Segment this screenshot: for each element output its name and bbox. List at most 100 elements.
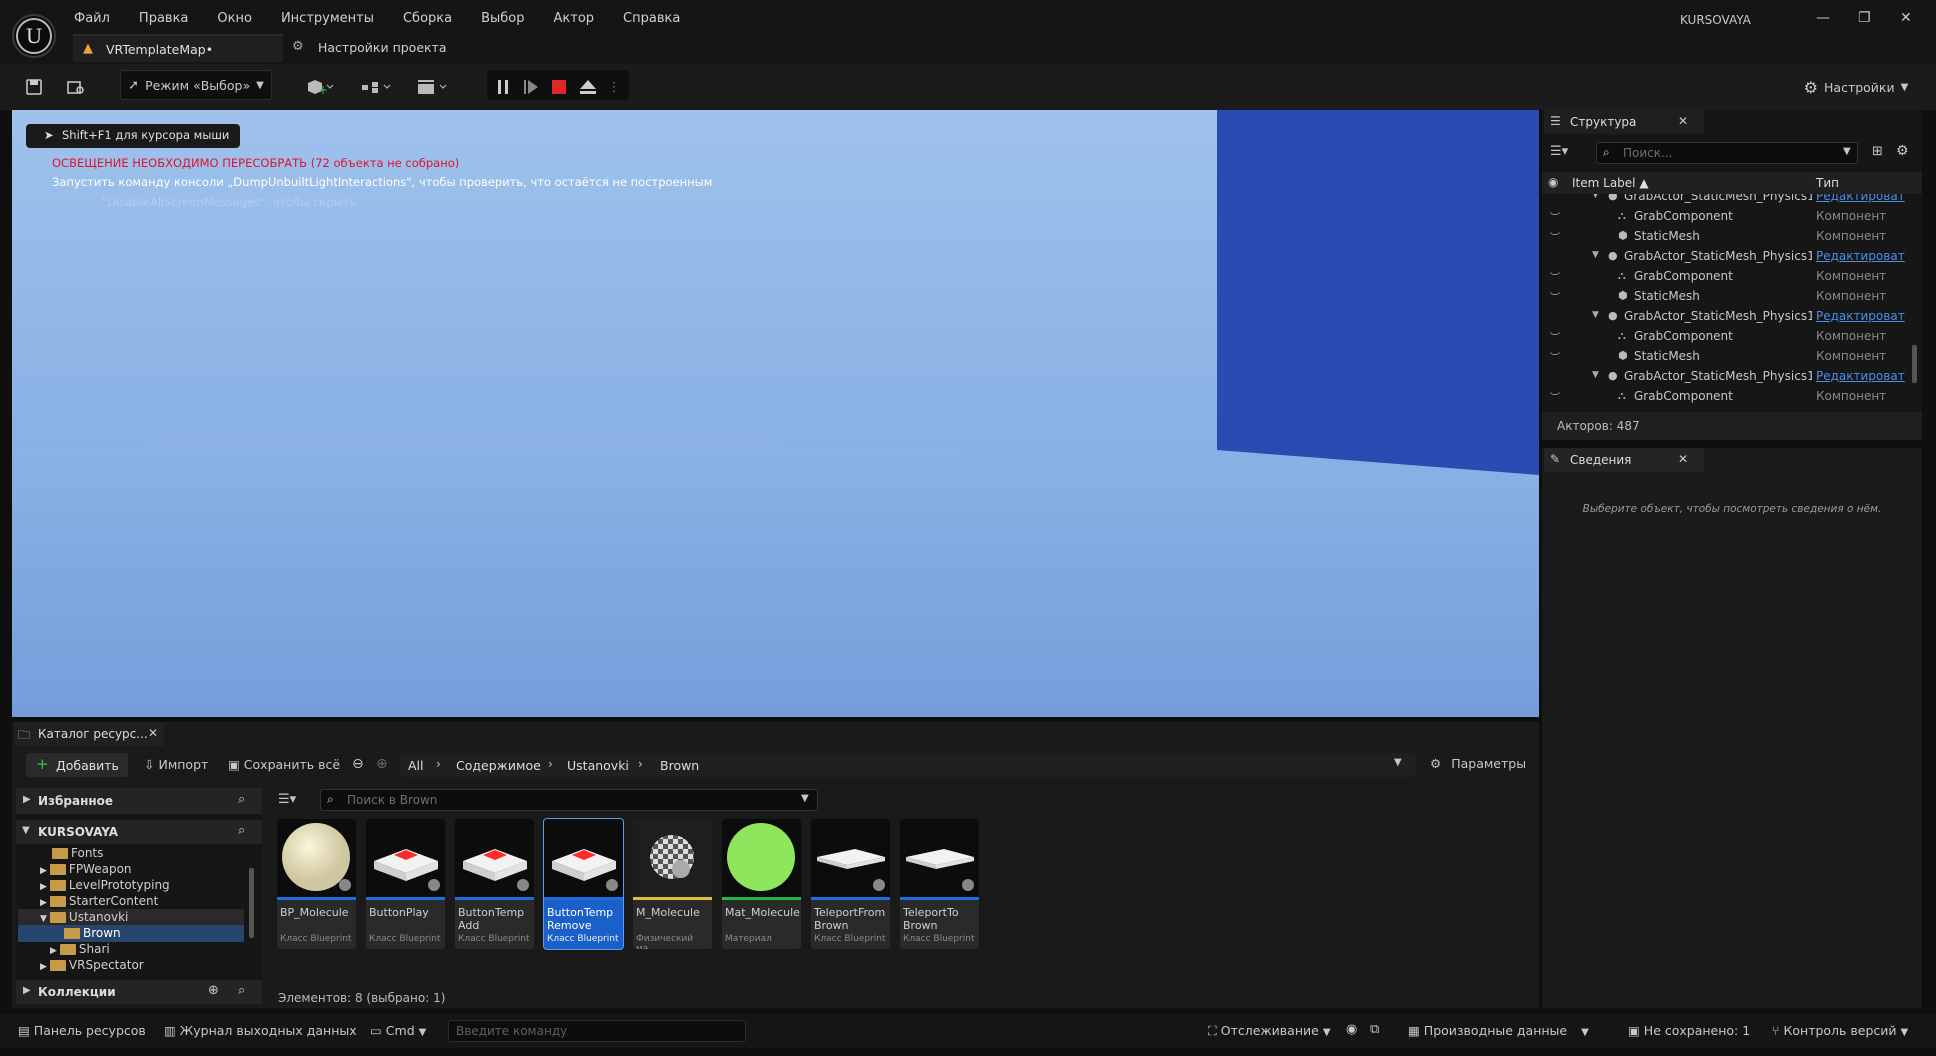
close-tab-icon[interactable]: ✕ — [1678, 114, 1688, 128]
outliner-row[interactable]: ︶ ⛬ GrabComponent Компонент — [1542, 386, 1922, 406]
forward-arrow-icon[interactable]: ⊕ — [376, 756, 388, 772]
console-command-input[interactable]: Введите команду — [448, 1020, 746, 1042]
mode-select-dropdown[interactable]: ➚ Режим «Выбор» ▼ — [120, 70, 272, 100]
search-icon[interactable]: ⌕ — [238, 983, 245, 998]
menu-item-select[interactable]: Выбор — [481, 11, 538, 26]
tree-folder-fpweapon[interactable]: ▶ FPWeapon — [40, 862, 132, 876]
collections-header[interactable]: ▶ Коллекции ⊕ ⌕ — [16, 980, 262, 1004]
outliner-row[interactable]: ︶ ⛬ GrabComponent Компонент — [1542, 326, 1922, 346]
asset-tile-teleportfrom-brown[interactable]: TeleportFrom Brown Класс Blueprint — [811, 819, 890, 949]
asset-tile-buttontemp-remove[interactable]: ButtonTemp Remove Класс Blueprint — [543, 818, 624, 950]
add-collection-icon[interactable]: ⊕ — [208, 983, 219, 998]
outliner-row[interactable]: ︶ ⬢ StaticMesh Компонент — [1542, 286, 1922, 306]
tab-level-map[interactable]: ▲ VRTemplateMap• — [73, 34, 283, 62]
content-browser-tab[interactable]: 🗀 Каталог ресурс... ✕ — [14, 722, 164, 746]
project-header[interactable]: ▼ KURSOVAYA ⌕ — [16, 820, 262, 844]
level-viewport[interactable]: ➤ Shift+F1 для курсора мыши ОСВЕЩЕНИЕ НЕ… — [12, 110, 1539, 717]
unsaved-button[interactable]: ▣ Не сохранено: 1 — [1628, 1023, 1750, 1038]
asset-tile-teleportto-brown[interactable]: TeleportTo Brown Класс Blueprint — [900, 819, 979, 949]
menu-item-tools[interactable]: Инструменты — [281, 11, 388, 26]
blueprint-icon[interactable] — [356, 72, 396, 102]
maximize-icon[interactable]: ❐ — [1858, 10, 1871, 26]
close-tab-icon[interactable]: ✕ — [1678, 452, 1688, 466]
details-tab[interactable]: ✎ Сведения ✕ — [1544, 448, 1704, 472]
chevron-down-icon[interactable]: ▼ — [1592, 250, 1599, 260]
chevron-down-icon[interactable]: ▼ — [1592, 370, 1599, 380]
tracking-dropdown[interactable]: ⛶ Отслеживание ▼ — [1208, 1023, 1331, 1039]
outliner-item-type[interactable]: Редактироват — [1816, 249, 1916, 263]
tree-folder-shari[interactable]: ▶ Shari — [50, 942, 110, 956]
visibility-eye-icon[interactable]: ︶ — [1550, 329, 1560, 344]
add-actor-icon[interactable]: + — [300, 72, 340, 102]
browse-icon[interactable] — [62, 72, 90, 102]
search-icon[interactable]: ⌕ — [238, 823, 245, 838]
outliner-search-input[interactable]: ⌕ Поиск... ▼ — [1596, 142, 1858, 164]
chevron-down-icon[interactable]: ▼ — [1592, 194, 1599, 200]
menu-item-actor[interactable]: Актор — [554, 11, 609, 26]
gear-icon[interactable]: ⚙ — [1896, 143, 1909, 159]
outliner-item-type[interactable]: Редактироват — [1816, 369, 1916, 383]
menu-item-edit[interactable]: Правка — [139, 11, 202, 26]
chevron-down-icon[interactable]: ▼ — [1592, 310, 1599, 320]
asset-tile-buttonplay[interactable]: ButtonPlay Класс Blueprint — [366, 819, 445, 949]
close-icon[interactable]: ✕ — [1900, 10, 1912, 26]
record-icon[interactable]: ◉ — [1346, 1022, 1357, 1037]
camera-icon[interactable]: ⧉ — [1370, 1022, 1379, 1037]
add-folder-icon[interactable]: ⊞ — [1872, 144, 1883, 159]
close-tab-icon[interactable]: ✕ — [148, 726, 158, 740]
asset-tile-mat-molecule[interactable]: Mat_Molecule Материал — [722, 819, 801, 949]
filter-icon[interactable]: ☰▾ — [1550, 144, 1586, 162]
breadcrumb-all[interactable]: All — [408, 758, 424, 773]
tree-folder-startercontent[interactable]: ▶ StarterContent — [40, 894, 158, 908]
outliner-item-type[interactable]: Редактироват — [1816, 194, 1916, 203]
outliner-row[interactable]: ▼ ● GrabActor_StaticMesh_Physics1 Редактиро… — [1542, 306, 1922, 326]
visibility-eye-icon[interactable]: ︶ — [1550, 389, 1560, 404]
menu-item-help[interactable]: Справка — [623, 11, 694, 26]
visibility-eye-icon[interactable]: ︶ — [1550, 269, 1560, 284]
save-icon[interactable] — [20, 72, 48, 102]
outliner-row[interactable]: ︶ ⬢ StaticMesh Компонент — [1542, 226, 1922, 246]
favorites-header[interactable]: ▶ Избранное ⌕ — [16, 788, 262, 814]
visibility-eye-icon[interactable]: ◉ — [1548, 175, 1558, 189]
visibility-eye-icon[interactable]: ︶ — [1550, 289, 1560, 304]
import-button[interactable]: ⇩ Импорт — [144, 757, 208, 772]
parameters-button[interactable]: ⚙ Параметры — [1430, 756, 1526, 771]
version-control-dropdown[interactable]: ⑂ Контроль версий ▼ — [1772, 1023, 1908, 1038]
visibility-eye-icon[interactable]: ︶ — [1550, 229, 1560, 244]
outliner-tab[interactable]: ☰ Структура ✕ — [1544, 110, 1704, 134]
more-options-icon[interactable]: ⋮ — [606, 72, 622, 102]
column-item-label[interactable]: Item Label ▲ — [1572, 176, 1649, 190]
settings-button[interactable]: ⚙ Настройки ▼ — [1800, 72, 1912, 102]
minimize-icon[interactable]: — — [1816, 10, 1830, 26]
menu-item-window[interactable]: Окно — [217, 11, 266, 26]
column-type[interactable]: Тип — [1816, 176, 1839, 190]
outliner-row[interactable]: ︶ ⛬ GrabComponent Компонент — [1542, 206, 1922, 226]
cinematics-icon[interactable] — [412, 72, 452, 102]
outliner-row[interactable]: ▼ ● GrabActor_StaticMesh_Physics1 Редактиро… — [1542, 366, 1922, 386]
tree-folder-levelprototyping[interactable]: ▶ LevelPrototyping — [40, 878, 170, 892]
cmd-dropdown[interactable]: ▭ Cmd ▼ — [370, 1023, 426, 1038]
content-drawer-button[interactable]: ▤ Панель ресурсов — [18, 1023, 146, 1038]
save-all-button[interactable]: ▣ Сохранить всё — [228, 757, 340, 772]
outliner-row[interactable]: ︶ ⬢ StaticMesh Компонент — [1542, 346, 1922, 366]
mouse-cursor-hint-button[interactable]: ➤ Shift+F1 для курсора мыши — [26, 124, 240, 148]
tree-scrollbar[interactable] — [249, 868, 254, 938]
back-arrow-icon[interactable]: ⊖ — [352, 756, 364, 772]
chevron-down-icon[interactable]: ▼ — [1394, 757, 1402, 768]
visibility-eye-icon[interactable]: ︶ — [1550, 209, 1560, 224]
filter-icon[interactable]: ☰▾ — [278, 792, 296, 807]
pause-icon[interactable] — [492, 72, 514, 102]
tree-folder-brown[interactable]: Brown — [64, 926, 121, 940]
asset-search-input[interactable]: ⌕ Поиск в Brown ▼ — [320, 789, 818, 811]
breadcrumb-content[interactable]: Содержимое — [456, 758, 541, 773]
step-frame-icon[interactable] — [520, 72, 542, 102]
tree-folder-vrspectator[interactable]: ▶ VRSpectator — [40, 958, 144, 972]
tree-folder-ustanovki[interactable]: ▼ Ustanovki — [40, 910, 128, 924]
breadcrumb-brown[interactable]: Brown — [660, 758, 699, 773]
output-log-button[interactable]: ▥ Журнал выходных данных — [164, 1023, 357, 1038]
asset-tile-m-molecule[interactable]: M_Molecule Физический ма... — [633, 819, 712, 949]
outliner-row[interactable]: ▼ ● GrabActor_StaticMesh_Physics1 Редактиро… — [1542, 246, 1922, 266]
outliner-row[interactable]: ▼ ● GrabActor_StaticMesh_Physics1 Редактиро… — [1542, 194, 1922, 206]
outliner-scrollbar[interactable] — [1912, 345, 1917, 383]
unreal-logo-icon[interactable]: U — [12, 14, 56, 58]
